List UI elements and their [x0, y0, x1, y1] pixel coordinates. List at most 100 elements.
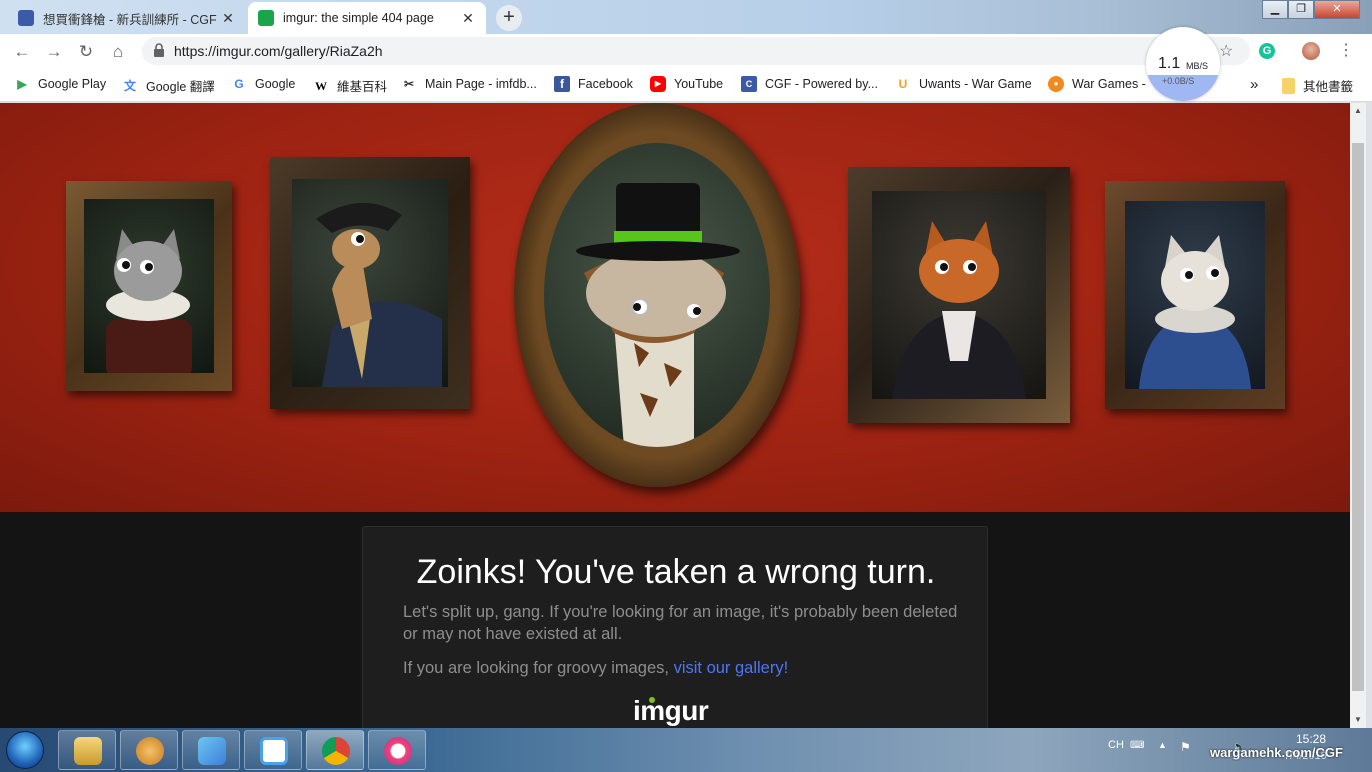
error-subtext: Let's split up, gang. If you're looking …: [403, 603, 958, 643]
google-icon: G: [234, 77, 244, 91]
error-card: Zoinks! You've taken a wrong turn. Let's…: [362, 526, 988, 728]
cgf-favicon-icon: [18, 10, 34, 26]
error-headline: Zoinks! You've taken a wrong turn.: [416, 553, 936, 591]
taskbar-itunes[interactable]: [368, 730, 426, 770]
portrait-frame-orange-cat: [848, 167, 1070, 423]
scroll-up-arrow-icon[interactable]: ▲: [1350, 103, 1366, 119]
facebook-icon: f: [554, 76, 570, 92]
chrome-icon: [322, 737, 350, 765]
folder-icon: [74, 737, 102, 765]
address-bar[interactable]: https://imgur.com/gallery/RiaZa2h ☆: [142, 37, 1250, 65]
portrait-gallery-banner: [0, 103, 1350, 513]
white-cat-portrait-icon: [1139, 235, 1251, 389]
windows-taskbar: CH ⌨ ▲ ⚑ 🔈 15:28 7/4/2019 wargamehk.com/…: [0, 728, 1372, 772]
portrait-frame-white-cat: [1105, 181, 1285, 409]
bookmark-item[interactable]: ▶ Google Play: [14, 76, 106, 92]
bookmark-item[interactable]: C CGF - Powered by...: [741, 76, 878, 92]
page-scrollbar[interactable]: ▲ ▼: [1350, 103, 1366, 728]
imfdb-icon: ✂: [403, 77, 415, 91]
youtube-icon: ▶: [650, 76, 666, 92]
taskbar-explorer[interactable]: [58, 730, 116, 770]
monkey-icon: [136, 737, 164, 765]
bookmark-label: War Games -: [1072, 77, 1146, 91]
bookmark-label: Facebook: [578, 77, 633, 91]
other-bookmarks-folder[interactable]: 其他書籤: [1282, 76, 1353, 95]
speed-unit: MB/S: [1186, 61, 1209, 71]
bookmark-item[interactable]: W 維基百科: [313, 76, 387, 95]
logo-dot: [649, 697, 655, 703]
tab-imgur[interactable]: imgur: the simple 404 page ✕: [248, 2, 486, 34]
taskbar-app-bird[interactable]: [182, 730, 240, 770]
bookmark-item[interactable]: G Google: [231, 76, 295, 92]
scrollbar-thumb[interactable]: [1352, 143, 1364, 691]
orange-cat-portrait-icon: [892, 221, 1026, 399]
gallery-prefix: If you are looking for groovy images,: [403, 659, 674, 677]
imgur-favicon-icon: [258, 10, 274, 26]
more-bookmarks-button[interactable]: »: [1250, 76, 1258, 93]
imgur-logo[interactable]: imgur: [633, 695, 709, 727]
translate-icon: 文: [123, 78, 136, 93]
system-tray: CH ⌨ ▲ ⚑ 🔈 15:28 7/4/2019 wargamehk.com/…: [1100, 728, 1372, 772]
giraffe-portrait-icon: [576, 183, 740, 447]
ferret-portrait-icon: [316, 202, 442, 387]
bookmark-item[interactable]: U Uwants - War Game: [895, 76, 1032, 92]
lock-icon: [154, 43, 164, 57]
start-button[interactable]: [6, 731, 44, 769]
bookmark-item[interactable]: f Facebook: [554, 76, 633, 92]
flag-icon[interactable]: ⚑: [1180, 740, 1191, 754]
bookmark-label: Main Page - imfdb...: [425, 77, 537, 91]
menu-icon[interactable]: ⋮: [1338, 40, 1354, 60]
grammarly-icon[interactable]: G: [1259, 43, 1275, 59]
keyboard-icon[interactable]: ⌨: [1130, 740, 1144, 751]
portrait-frame-cat-ruff: [66, 181, 232, 391]
clock-time[interactable]: 15:28: [1296, 732, 1326, 746]
speed-subvalue: +0.0B/S: [1162, 76, 1195, 86]
portrait-frame-ferret: [270, 157, 470, 409]
close-window-button[interactable]: ✕: [1314, 0, 1360, 19]
folder-icon: [1282, 77, 1295, 94]
back-button[interactable]: ←: [10, 40, 34, 64]
watermark-text: wargamehk.com/CGF: [1210, 745, 1343, 760]
bookmark-item[interactable]: 文 Google 翻譯: [122, 76, 215, 95]
tab-cgf[interactable]: 想買衝鋒槍 - 新兵訓練所 - CGF - ✕: [8, 2, 246, 34]
cgf-icon: C: [741, 76, 757, 92]
taskbar-chrome[interactable]: [306, 730, 364, 770]
bookmark-item[interactable]: ✂ Main Page - imfdb...: [401, 76, 537, 92]
bookmark-label: CGF - Powered by...: [765, 77, 878, 91]
cat-portrait-icon: [106, 229, 192, 373]
maximize-button[interactable]: ❐: [1288, 0, 1314, 19]
minimize-button[interactable]: ▁: [1262, 0, 1288, 19]
bookmark-label: YouTube: [674, 77, 724, 91]
bookmark-item[interactable]: ▶ YouTube: [650, 76, 723, 92]
profile-avatar[interactable]: [1302, 42, 1320, 60]
taskbar-app-monkey[interactable]: [120, 730, 178, 770]
network-speed-widget: 1.1 MB/S +0.0B/S: [1146, 27, 1220, 101]
gallery-line: If you are looking for groovy images, vi…: [403, 659, 788, 678]
close-tab-icon[interactable]: ✕: [460, 10, 476, 27]
wikipedia-icon: W: [315, 78, 327, 93]
uwants-icon: U: [898, 77, 908, 91]
home-button[interactable]: ⌂: [106, 40, 130, 64]
show-hidden-icons-icon[interactable]: ▲: [1158, 740, 1167, 750]
play-icon: ▶: [17, 77, 27, 91]
chat-icon: ●: [1048, 76, 1064, 92]
bookmark-label: Google Play: [38, 77, 107, 91]
bookmark-label: 其他書籤: [1303, 80, 1354, 94]
scroll-down-arrow-icon[interactable]: ▼: [1350, 712, 1366, 728]
bookmark-label: 維基百科: [337, 80, 388, 94]
new-tab-button[interactable]: +: [496, 5, 522, 31]
cloud-app-icon: [260, 737, 288, 765]
taskbar-app-cloud[interactable]: [244, 730, 302, 770]
input-language[interactable]: CH: [1108, 739, 1124, 751]
close-tab-icon[interactable]: ✕: [220, 10, 236, 27]
reload-button[interactable]: ↻: [74, 40, 98, 64]
bookmark-star-icon[interactable]: ☆: [1219, 41, 1233, 61]
tab-title: 想買衝鋒槍 - 新兵訓練所 - CGF -: [43, 12, 220, 27]
visit-gallery-link[interactable]: visit our gallery!: [674, 659, 789, 677]
page-viewport: Zoinks! You've taken a wrong turn. Let's…: [0, 103, 1350, 728]
tab-strip: 想買衝鋒槍 - 新兵訓練所 - CGF - ✕ imgur: the simpl…: [0, 0, 1372, 34]
bird-icon: [198, 737, 226, 765]
bookmark-item[interactable]: ● War Games -: [1048, 76, 1146, 92]
bookmark-label: Google: [255, 77, 296, 91]
forward-button[interactable]: →: [42, 40, 66, 64]
